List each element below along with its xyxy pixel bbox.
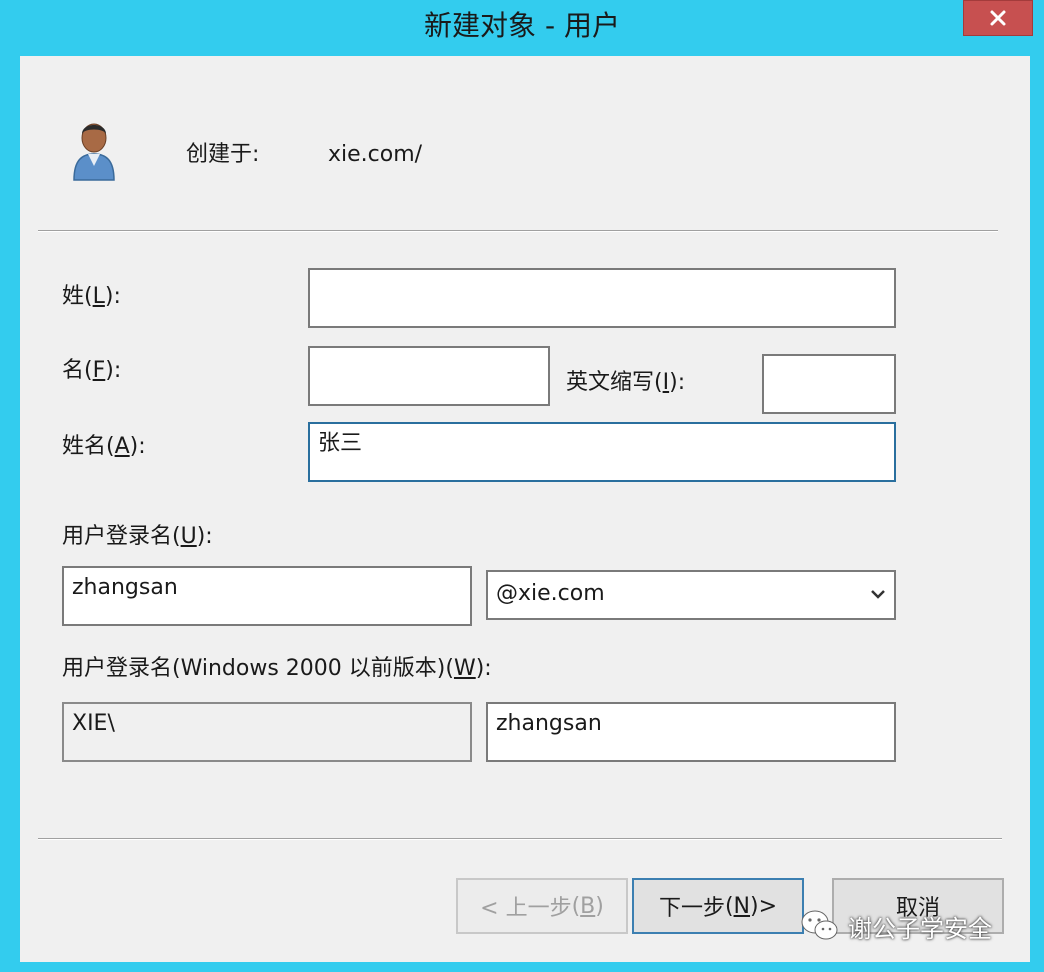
close-icon — [990, 10, 1006, 26]
back-button[interactable]: < 上一步(B) — [456, 878, 628, 934]
title-bar[interactable]: 新建对象 - 用户 — [0, 0, 1044, 56]
wechat-icon — [801, 910, 838, 940]
domain-select[interactable]: @xie.com — [486, 570, 896, 620]
dialog-window: 新建对象 - 用户 创建于: xie.com/ 姓(L): 名(F): 英文缩写… — [0, 0, 1044, 972]
chevron-down-icon — [871, 590, 885, 599]
first-name-label: 名(F): — [62, 358, 122, 383]
pre2000-logon-label: 用户登录名(Windows 2000 以前版本)(W): — [62, 656, 492, 681]
top-divider — [38, 230, 998, 232]
pre2000-logon-field[interactable]: zhangsan — [486, 702, 896, 762]
domain-select-value: @xie.com — [496, 581, 605, 606]
dialog-body: 创建于: xie.com/ 姓(L): 名(F): 英文缩写(I): 姓名(A)… — [20, 56, 1030, 962]
logon-name-field[interactable]: zhangsan — [62, 566, 472, 626]
logon-name-label: 用户登录名(U): — [62, 524, 213, 549]
watermark-text: 谢公子学安全 — [848, 914, 992, 943]
pre2000-domain-field: XIE\ — [62, 702, 472, 762]
created-in-value: xie.com/ — [328, 142, 423, 167]
watermark: 谢公子学安全 — [800, 908, 992, 944]
close-button[interactable] — [963, 0, 1033, 36]
initials-label: 英文缩写(I): — [566, 370, 686, 395]
full-name-label: 姓名(A): — [62, 434, 146, 459]
created-in-label: 创建于: — [186, 142, 260, 167]
initials-field[interactable] — [762, 354, 896, 414]
first-name-field[interactable] — [308, 346, 550, 406]
next-button[interactable]: 下一步(N) > — [632, 878, 804, 934]
window-title: 新建对象 - 用户 — [424, 9, 620, 42]
last-name-label: 姓(L): — [62, 284, 121, 309]
user-icon — [73, 123, 115, 181]
full-name-field[interactable]: 张三 — [308, 422, 896, 482]
bottom-divider — [38, 838, 1002, 840]
last-name-field[interactable] — [308, 268, 896, 328]
